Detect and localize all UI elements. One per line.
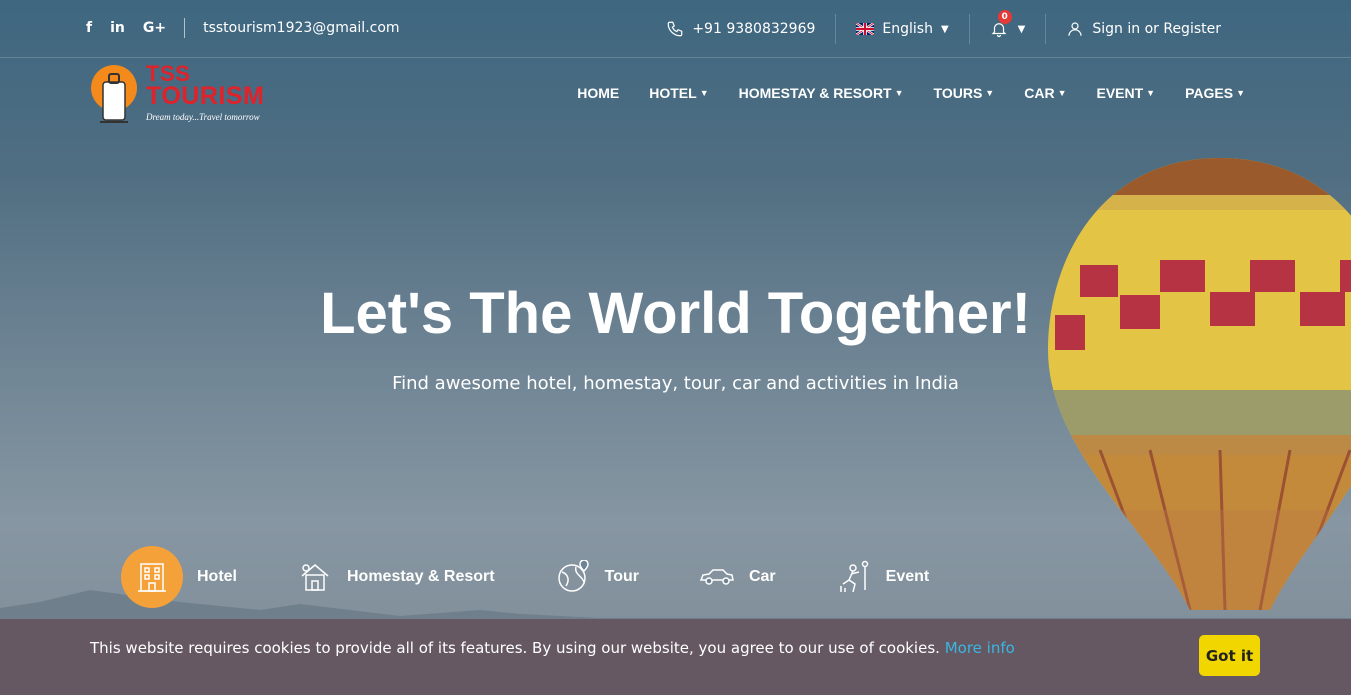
cookie-consent-bar: This website requires cookies to provide… — [0, 619, 1351, 695]
nav-label: EVENT — [1096, 85, 1144, 101]
phone-contact[interactable]: +91 9380832969 — [646, 14, 835, 44]
language-selector[interactable]: English ▼ — [836, 14, 968, 44]
chevron-down-icon: ▼ — [699, 88, 709, 98]
climber-icon — [836, 559, 872, 595]
nav-tours[interactable]: TOURS ▼ — [934, 85, 995, 101]
tab-homestay-resort[interactable]: Homestay & Resort — [297, 559, 495, 595]
logo-text-line2: TOURISM — [146, 82, 265, 110]
tab-label: Car — [748, 568, 776, 585]
tab-label: Event — [885, 568, 930, 585]
bell-icon: 0 — [990, 10, 1012, 39]
nav-event[interactable]: EVENT ▼ — [1096, 85, 1155, 101]
chevron-down-icon: ▼ — [985, 88, 995, 98]
facebook-icon[interactable]: f — [86, 20, 92, 36]
nav-label: PAGES — [1185, 85, 1234, 101]
nav-label: HOME — [577, 85, 620, 101]
tab-label: Homestay & Resort — [347, 568, 495, 585]
signin-label: Sign in or Register — [1092, 21, 1221, 37]
top-bar: f in G+ tsstourism1923@gmail.com +91 938… — [0, 0, 1351, 58]
nav-label: TOURS — [933, 85, 983, 101]
globe-pin-icon — [555, 559, 591, 595]
site-logo[interactable]: TSS TOURISM Dream today...Travel tomorro… — [88, 62, 288, 126]
social-links: f in G+ tsstourism1923@gmail.com — [86, 18, 400, 38]
phone-number: +91 9380832969 — [692, 21, 816, 37]
notifications[interactable]: 0 ▼ — [970, 10, 1046, 44]
logo-tagline: Dream today...Travel tomorrow — [146, 112, 260, 122]
user-icon — [1068, 22, 1082, 36]
chevron-down-icon: ▼ — [1017, 23, 1026, 35]
chevron-down-icon: ▼ — [894, 88, 904, 98]
chevron-down-icon: ▼ — [1236, 88, 1245, 98]
nav-label: HOMESTAY & RESORT — [738, 85, 892, 101]
contact-email[interactable]: tsstourism1923@gmail.com — [203, 20, 399, 36]
tab-car[interactable]: Car — [699, 559, 776, 595]
cookie-message: This website requires cookies to provide… — [90, 639, 1015, 657]
nav-label: HOTEL — [649, 85, 697, 101]
top-right-controls: +91 9380832969 English ▼ 0 ▼ Sign in or … — [646, 0, 1241, 58]
notification-count-badge: 0 — [997, 10, 1012, 24]
luggage-logo-icon — [91, 65, 137, 123]
signin-register-link[interactable]: Sign in or Register — [1046, 14, 1241, 44]
chevron-down-icon: ▼ — [940, 23, 949, 35]
logo-text-line1: TSS — [146, 61, 191, 86]
tab-label: Hotel — [197, 568, 237, 585]
house-icon — [297, 559, 333, 595]
tab-event[interactable]: Event — [836, 559, 930, 595]
hotel-building-icon — [121, 546, 183, 608]
search-category-tabs: Hotel Homestay & Resort Tour Car Event — [121, 546, 989, 608]
phone-icon — [667, 21, 683, 37]
more-info-link[interactable]: More info — [945, 639, 1015, 657]
cookie-text: This website requires cookies to provide… — [90, 639, 940, 657]
hero-subtitle: Find awesome hotel, homestay, tour, car … — [392, 373, 959, 394]
nav-hotel[interactable]: HOTEL ▼ — [649, 85, 708, 101]
chevron-down-icon: ▼ — [1146, 88, 1156, 98]
nav-home[interactable]: HOME — [577, 85, 619, 101]
linkedin-icon[interactable]: in — [110, 20, 125, 36]
google-plus-icon[interactable]: G+ — [143, 20, 166, 36]
hero-title: Let's The World Together! — [320, 281, 1031, 346]
got-it-button[interactable]: Got it — [1199, 635, 1260, 676]
tab-hotel[interactable]: Hotel — [121, 546, 237, 608]
tab-tour[interactable]: Tour — [555, 559, 639, 595]
uk-flag-icon — [856, 23, 875, 35]
tab-label: Tour — [604, 568, 639, 585]
divider — [184, 18, 186, 38]
nav-label: CAR — [1024, 85, 1055, 101]
language-label: English — [882, 21, 933, 37]
nav-homestay-resort[interactable]: HOMESTAY & RESORT ▼ — [739, 85, 904, 101]
car-icon — [699, 559, 735, 595]
main-nav: HOME HOTEL ▼ HOMESTAY & RESORT ▼ TOURS ▼ CA… — [577, 85, 1245, 101]
nav-car[interactable]: CAR ▼ — [1024, 85, 1066, 101]
nav-pages[interactable]: PAGES ▼ — [1185, 85, 1245, 101]
chevron-down-icon: ▼ — [1057, 88, 1067, 98]
